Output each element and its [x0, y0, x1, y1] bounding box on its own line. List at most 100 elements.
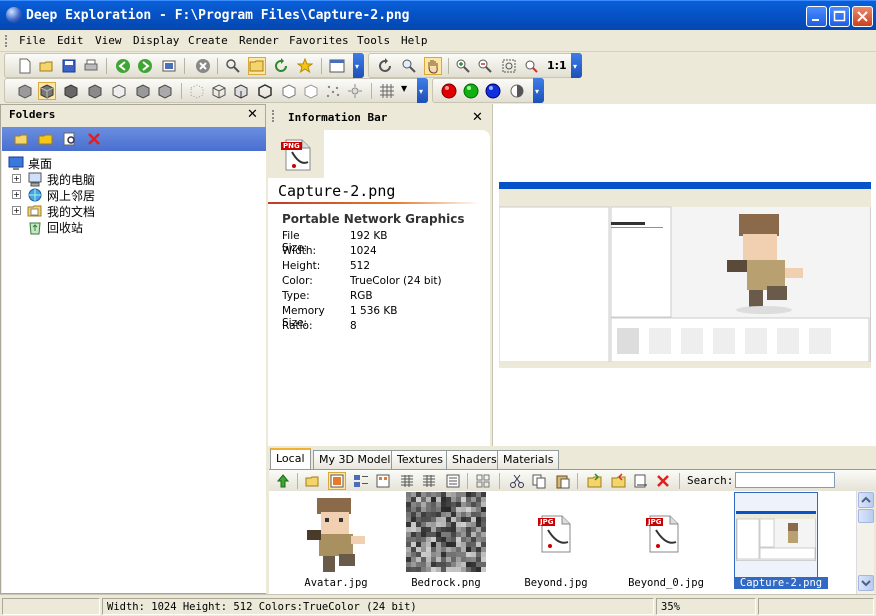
favorites-button[interactable] [296, 57, 314, 74]
thumbnail-beyond-0[interactable]: JPG [622, 492, 706, 578]
paste-button[interactable] [555, 473, 571, 489]
tree-item-my-computer[interactable]: + 我的电脑 [2, 171, 202, 187]
render-shaded-button[interactable] [38, 82, 56, 100]
view-tiles-button[interactable] [353, 473, 369, 489]
minimize-button[interactable] [806, 6, 827, 27]
tab-shaders[interactable]: Shaders [446, 450, 503, 469]
tab-local[interactable]: Local [270, 448, 311, 470]
menu-edit[interactable]: Edit [57, 34, 84, 47]
new-folder-button[interactable] [38, 131, 54, 147]
red-channel-button[interactable] [441, 83, 457, 99]
render-solid-button[interactable] [17, 83, 33, 99]
find-folder-button[interactable] [62, 131, 78, 147]
view-details-button[interactable] [421, 473, 437, 489]
search-button[interactable] [225, 58, 241, 74]
copy-button[interactable] [531, 473, 547, 489]
folders-toggle-button[interactable] [248, 57, 266, 75]
render-points-button[interactable] [189, 83, 205, 99]
blue-channel-button[interactable] [485, 83, 501, 99]
forward-button[interactable] [137, 58, 153, 74]
rotate-button[interactable] [377, 58, 393, 74]
arrange-button[interactable] [475, 473, 491, 489]
preview-viewport[interactable] [492, 104, 876, 446]
menu-create[interactable]: Create [188, 34, 228, 47]
expand-button[interactable]: + [12, 174, 21, 183]
render-outline-button[interactable] [111, 83, 127, 99]
back-button[interactable] [115, 58, 131, 74]
grid-button[interactable] [379, 83, 395, 99]
search-input[interactable] [735, 472, 835, 488]
menu-render[interactable]: Render [239, 34, 279, 47]
render-particles-button[interactable] [325, 83, 341, 99]
zoom-out-button[interactable] [477, 58, 493, 74]
maximize-button[interactable] [829, 6, 850, 27]
render-flat-button[interactable] [87, 83, 103, 99]
grid-dropdown-arrow[interactable]: ▼ [401, 84, 407, 93]
zoom-region-button[interactable] [523, 58, 539, 74]
thumbnail-avatar[interactable] [295, 492, 379, 578]
thumbnail-scrollbar[interactable] [856, 491, 874, 594]
menu-view[interactable]: View [95, 34, 122, 47]
alpha-channel-button[interactable] [509, 83, 525, 99]
fullscreen-button[interactable] [329, 58, 345, 74]
render-vertex-button[interactable] [303, 83, 319, 99]
title-bar[interactable]: Deep Exploration - F:\Program Files\Capt… [0, 0, 876, 30]
view-thumbnails-button[interactable] [328, 472, 346, 490]
thumbnail-bedrock[interactable] [406, 492, 490, 578]
open-folder-button[interactable] [14, 131, 30, 147]
render-smooth-button[interactable] [63, 83, 79, 99]
menu-help[interactable]: Help [401, 34, 428, 47]
delete-folder-button[interactable] [86, 131, 102, 147]
close-folders-button[interactable]: ✕ [247, 107, 258, 122]
delete-button[interactable] [655, 473, 671, 489]
tree-item-network[interactable]: + 网上邻居 [2, 187, 202, 203]
zoom-tool-button[interactable] [401, 58, 417, 74]
render-wire-button[interactable] [211, 83, 227, 99]
close-window-button[interactable] [852, 6, 873, 27]
toolbar-options-button[interactable] [353, 53, 364, 78]
menu-display[interactable]: Display [133, 34, 179, 47]
scroll-thumb[interactable] [858, 509, 874, 523]
menu-file[interactable]: File [19, 34, 46, 47]
open-button[interactable] [39, 58, 55, 74]
lights-button[interactable] [347, 83, 363, 99]
zoom-in-button[interactable] [455, 58, 471, 74]
tree-item-recycle-bin[interactable]: 回收站 [2, 219, 202, 235]
expand-button[interactable]: + [12, 206, 21, 215]
render-hidden-line-button[interactable] [233, 83, 249, 99]
close-info-button[interactable]: ✕ [472, 110, 483, 125]
tree-item-my-documents[interactable]: + 我的文档 [2, 203, 202, 219]
tree-item-desktop[interactable]: 桌面 [2, 155, 202, 171]
refresh-button[interactable] [273, 58, 289, 74]
thumbnail-capture-2-selected[interactable] [734, 492, 818, 578]
render-normals-button[interactable] [281, 83, 297, 99]
toolbar-options-button[interactable] [533, 78, 544, 103]
browse-folder-button[interactable] [305, 473, 321, 489]
expand-button[interactable]: + [12, 190, 21, 199]
slideshow-button[interactable] [161, 58, 177, 74]
toolbar-options-button[interactable] [417, 78, 428, 103]
green-channel-button[interactable] [463, 83, 479, 99]
print-button[interactable] [83, 58, 99, 74]
render-box-button[interactable] [257, 83, 273, 99]
stop-button[interactable] [195, 58, 211, 74]
thumbnail-beyond[interactable]: JPG [514, 492, 598, 578]
view-list-button[interactable] [399, 473, 415, 489]
menu-favorites[interactable]: Favorites [289, 34, 349, 47]
render-textured-button[interactable] [135, 83, 151, 99]
up-folder-button[interactable] [275, 473, 291, 489]
rename-button[interactable] [633, 473, 649, 489]
scroll-down-button[interactable] [858, 575, 874, 591]
new-button[interactable] [17, 58, 33, 74]
view-report-button[interactable] [445, 473, 461, 489]
actual-size-button[interactable]: 1:1 [547, 59, 567, 72]
view-icons-button[interactable] [375, 473, 391, 489]
move-to-folder-button[interactable] [611, 473, 627, 489]
tab-my-3d-models[interactable]: My 3D Models [313, 450, 403, 469]
save-button[interactable] [61, 58, 77, 74]
render-lit-button[interactable] [157, 83, 173, 99]
tab-materials[interactable]: Materials [497, 450, 560, 469]
cut-button[interactable] [509, 473, 525, 489]
scroll-up-button[interactable] [858, 492, 874, 508]
toolbar-options-button[interactable] [571, 53, 582, 78]
